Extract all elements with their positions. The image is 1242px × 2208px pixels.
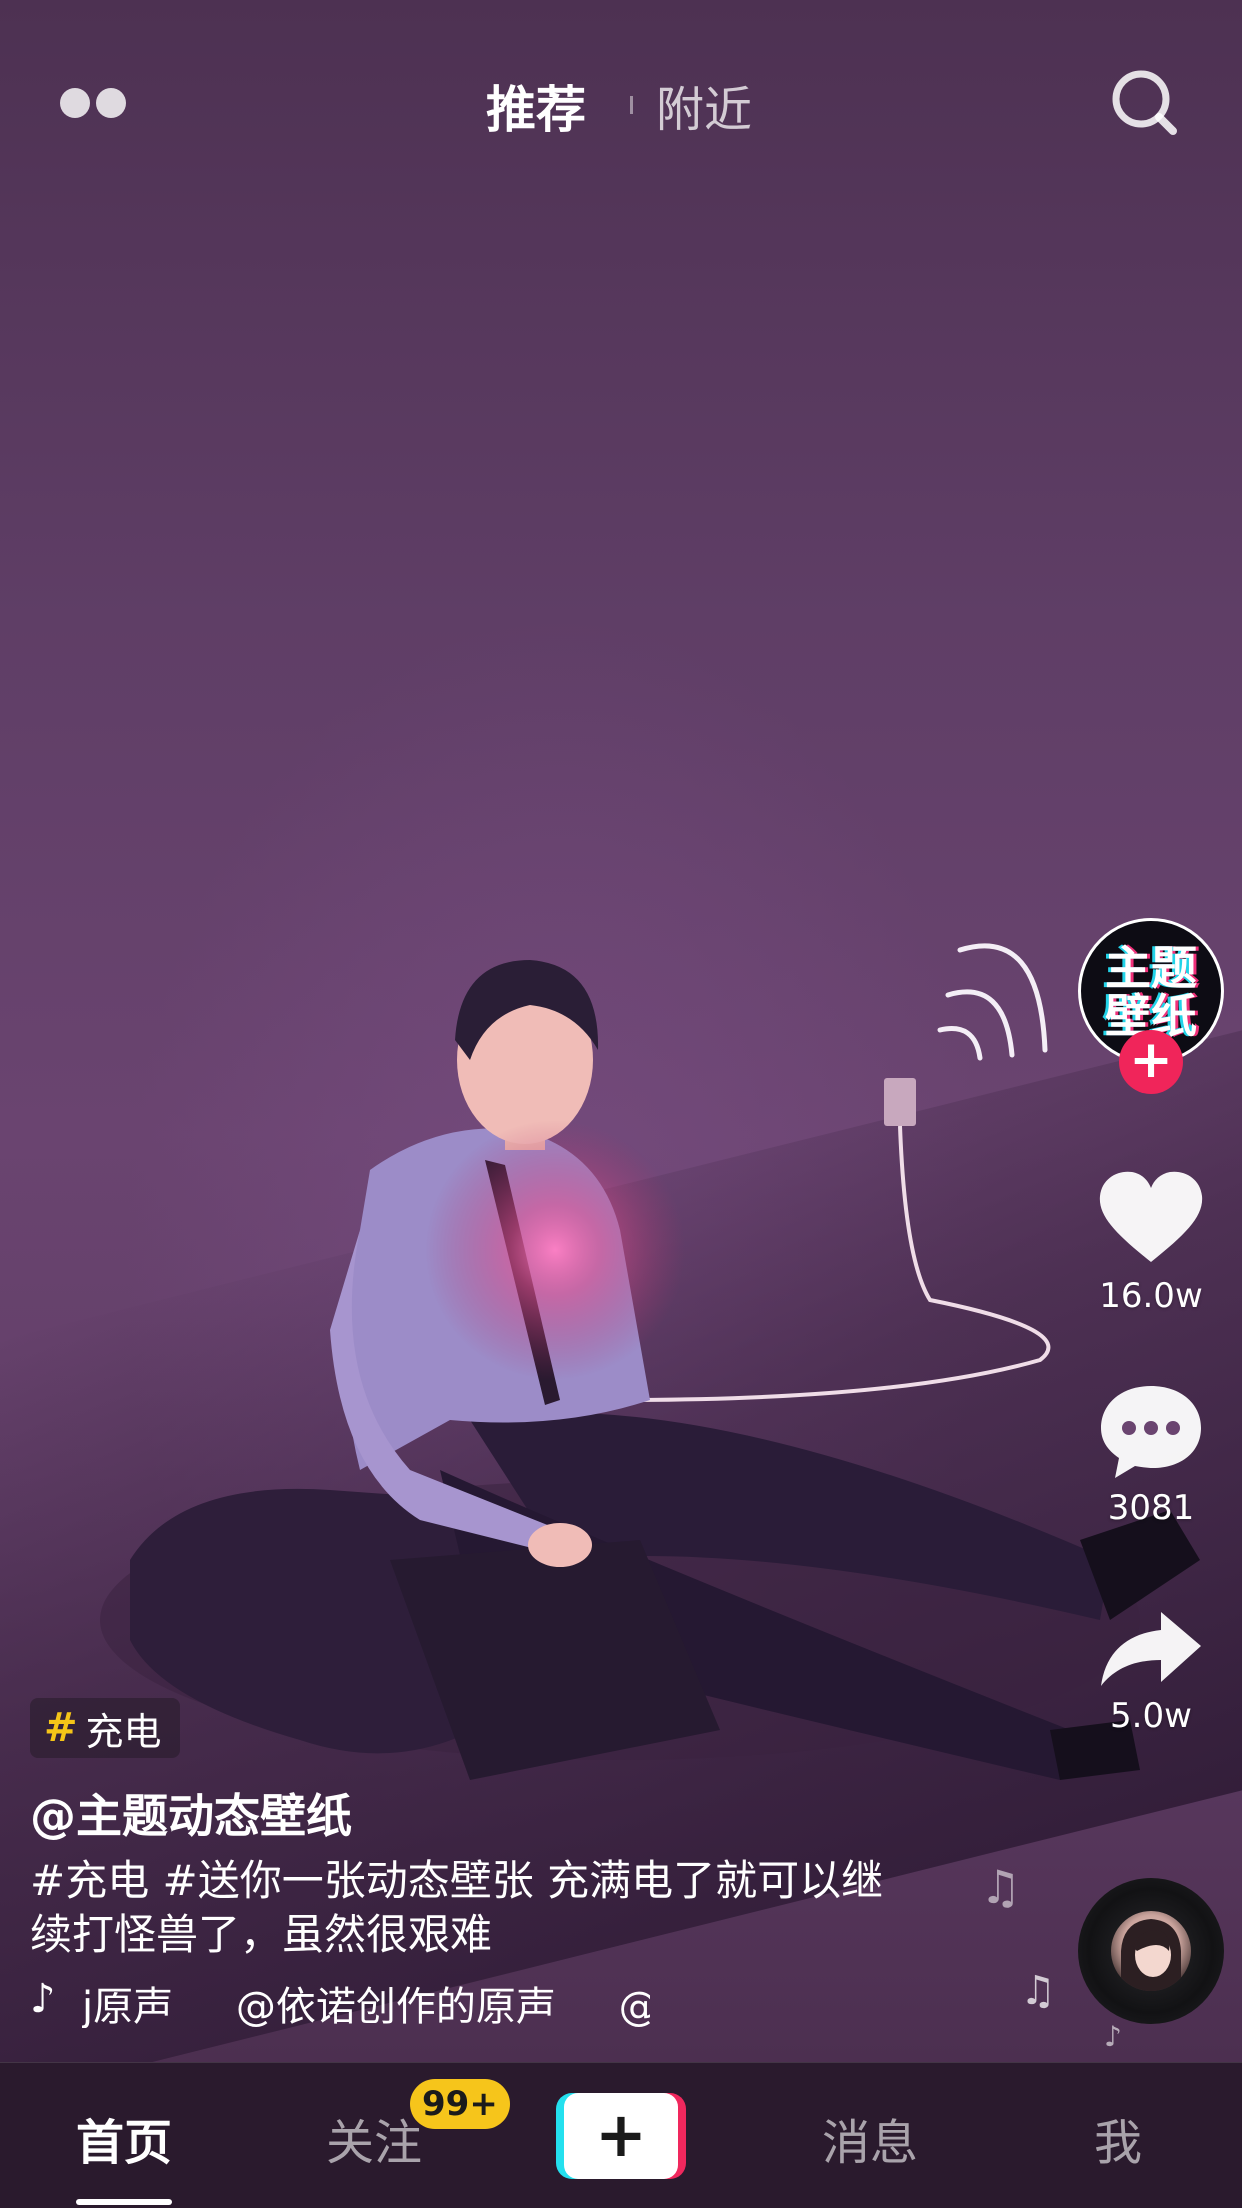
hashtag-icon: # — [44, 1705, 78, 1751]
video-caption: #充电 #送你一张动态壁张 充满电了就可以继 续打怪兽了，虽然很艰难 — [30, 1854, 990, 1962]
tab-follow[interactable]: 关注 — [326, 2103, 422, 2173]
tab-home[interactable]: 首页 — [76, 2103, 172, 2173]
create-button[interactable]: + — [556, 2093, 686, 2179]
like-count: 16.0w — [1099, 1276, 1203, 1316]
hashtag-chip[interactable]: # 充电 — [30, 1698, 180, 1758]
music-title-3: @ — [619, 1984, 650, 2028]
floating-note-icon: ♫ — [980, 1860, 1022, 1914]
tab-nearby[interactable]: 附近 — [656, 70, 752, 140]
follow-badge: 99+ — [410, 2079, 510, 2129]
comment-count: 3081 — [1107, 1488, 1195, 1528]
music-title-marquee: j原声 @依诺创作的原声 @ — [82, 1974, 650, 2028]
hashtag-chip-label: 充电 — [85, 1709, 162, 1754]
search-button[interactable] — [1110, 68, 1180, 138]
wifi-signal-icon — [937, 943, 1048, 1061]
floating-note-icon: ♫ — [1020, 1968, 1056, 2014]
share-count: 5.0w — [1110, 1696, 1192, 1736]
share-icon — [1101, 1612, 1201, 1686]
video-illustration — [100, 943, 1200, 1780]
search-icon — [1112, 70, 1177, 135]
caption-line-2: 续打怪兽了，虽然很艰难 — [30, 1910, 493, 1959]
tab-me[interactable]: 我 — [1094, 2103, 1142, 2173]
heart-icon — [1099, 1171, 1203, 1262]
share-button[interactable]: 5.0w — [1090, 1608, 1212, 1736]
music-title-2: @依诺创作的原声 — [235, 1984, 556, 2028]
wall-socket — [884, 1078, 916, 1126]
music-cover-art — [1111, 1911, 1191, 1991]
music-note-icon: ♪ — [30, 1976, 56, 2022]
comment-button[interactable]: 3081 — [1090, 1380, 1212, 1528]
author-avatar-group: 主题 壁纸 + — [1078, 918, 1224, 1094]
comment-icon — [1101, 1386, 1201, 1478]
caption-line-1: #充电 #送你一张动态壁张 充满电了就可以继 — [30, 1856, 884, 1905]
floating-note-icon: ♪ — [1104, 2020, 1122, 2053]
tab-recommend[interactable]: 推荐 — [486, 70, 586, 142]
video-player[interactable] — [0, 0, 1242, 2062]
author-name[interactable]: @主题动态壁纸 — [30, 1780, 352, 1846]
music-title-1: j原声 — [82, 1984, 174, 2028]
avatar-logo-text-top: 主题 — [1105, 941, 1197, 995]
follow-button[interactable]: + — [1119, 1030, 1183, 1094]
bottom-tab-bar: 首页 关注 99+ + 消息 我 — [0, 2062, 1242, 2208]
music-row[interactable]: ♪ j原声 @依诺创作的原声 @ — [30, 1972, 650, 2028]
like-button[interactable]: 16.0w — [1090, 1168, 1212, 1316]
glowing-heart — [425, 1120, 685, 1380]
top-bar: 推荐 附近 — [0, 52, 1242, 152]
tab-messages[interactable]: 消息 — [822, 2103, 918, 2173]
camera-dots-icon[interactable] — [60, 88, 130, 118]
tab-home-indicator — [76, 2199, 172, 2205]
music-disc-icon[interactable] — [1078, 1878, 1224, 2024]
plus-icon: + — [564, 2093, 678, 2179]
tab-divider — [630, 96, 633, 114]
